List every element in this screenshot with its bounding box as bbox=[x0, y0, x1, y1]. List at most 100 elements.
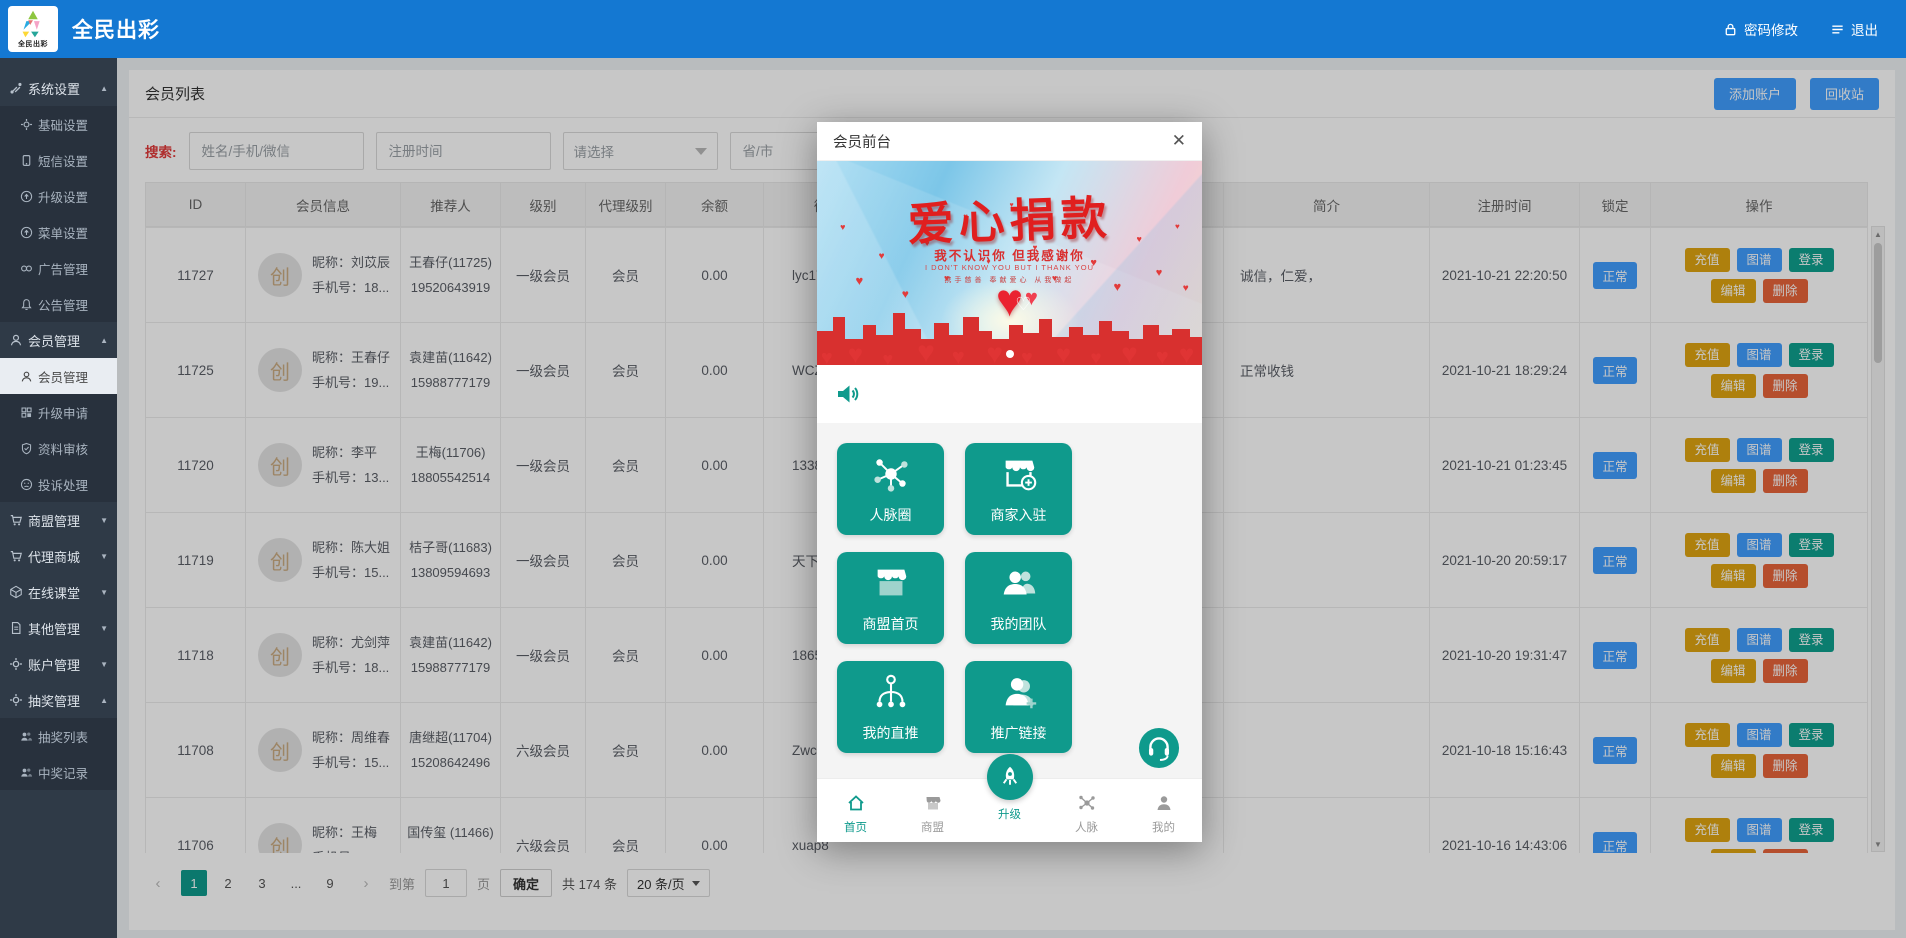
logout-link[interactable]: 退出 bbox=[1830, 19, 1878, 39]
upcircle-icon bbox=[20, 226, 33, 239]
sidebar-group-system-settings[interactable]: 系统设置▲ bbox=[0, 70, 117, 106]
tile-my-team[interactable]: 我的团队 bbox=[965, 552, 1072, 644]
sidebar-group-label: 抽奖管理 bbox=[28, 691, 80, 710]
sidebar-item-announcement-management[interactable]: 公告管理 bbox=[0, 286, 117, 322]
announcement-strip bbox=[817, 365, 1202, 423]
sidebar-item-label: 基础设置 bbox=[38, 115, 88, 134]
person-plus-icon bbox=[998, 671, 1040, 718]
heart-icon: ♥ bbox=[1121, 338, 1138, 365]
sidebar-item-ad-management[interactable]: 广告管理 bbox=[0, 250, 117, 286]
nav-item-network[interactable]: 人脉 bbox=[1048, 793, 1125, 835]
chevron-down-icon: ▼ bbox=[100, 624, 108, 633]
submenu-lottery-management: 抽奖列表中奖记录 bbox=[0, 718, 117, 790]
lock-icon bbox=[1723, 22, 1738, 37]
tile-label: 我的直推 bbox=[863, 723, 919, 743]
app-root: 全民出彩 全民出彩 密码修改 退出 系统设置▲ 基础设置短信设置升级设置菜单设置广… bbox=[0, 0, 1906, 938]
upcircle-icon bbox=[20, 190, 33, 203]
sidebar-group-label: 其他管理 bbox=[28, 619, 80, 638]
rocket-icon bbox=[987, 754, 1033, 800]
chevron-down-icon: ▼ bbox=[100, 552, 108, 561]
tile-label: 人脉圈 bbox=[870, 505, 912, 525]
user-icon bbox=[9, 333, 23, 347]
shield-icon bbox=[20, 442, 33, 455]
tile-network-circle[interactable]: 人脉圈 bbox=[837, 443, 944, 535]
sidebar-group-online-classroom[interactable]: 在线课堂▼ bbox=[0, 574, 117, 610]
bell-icon bbox=[20, 298, 33, 311]
modal-header: 会员前台 ✕ bbox=[817, 122, 1202, 161]
link-icon bbox=[20, 262, 33, 275]
sidebar-item-winning-records[interactable]: 中奖记录 bbox=[0, 754, 117, 790]
frown-icon bbox=[20, 478, 33, 491]
sidebar-group-member-management[interactable]: 会员管理 ▲ bbox=[0, 322, 117, 358]
modal-title: 会员前台 bbox=[833, 131, 891, 152]
customer-service-button[interactable] bbox=[1138, 727, 1180, 769]
sidebar-group-lottery-management[interactable]: 抽奖管理▲ bbox=[0, 682, 117, 718]
tile-label: 商家入驻 bbox=[991, 505, 1047, 525]
nav-label: 商盟 bbox=[921, 819, 944, 835]
nav-item-alliance[interactable]: 商盟 bbox=[894, 793, 971, 835]
sidebar-item-label: 菜单设置 bbox=[38, 223, 88, 242]
sidebar-item-label: 广告管理 bbox=[38, 259, 88, 278]
tile-merchant-join[interactable]: 商家入驻 bbox=[965, 443, 1072, 535]
sidebar-group-alliance-management[interactable]: 商盟管理 ▼ bbox=[0, 502, 117, 538]
network-icon bbox=[1077, 793, 1097, 816]
nav-label: 首页 bbox=[844, 819, 867, 835]
file-icon bbox=[9, 621, 23, 635]
nav-item-home[interactable]: 首页 bbox=[817, 793, 894, 835]
sidebar-item-data-review[interactable]: 资料审核 bbox=[0, 430, 117, 466]
sidebar-item-basic-settings[interactable]: 基础设置 bbox=[0, 106, 117, 142]
sidebar-item-upgrade-apply[interactable]: 升级申请 bbox=[0, 394, 117, 430]
close-icon[interactable]: ✕ bbox=[1172, 131, 1186, 151]
sidebar-item-menu-settings[interactable]: 菜单设置 bbox=[0, 214, 117, 250]
nav-item-mine[interactable]: 我的 bbox=[1125, 793, 1202, 835]
heart-icon: ♥ bbox=[1056, 339, 1071, 365]
sidebar-group-label: 会员管理 bbox=[28, 331, 80, 350]
bottom-nav: 首页 商盟 升级人脉 我的 bbox=[817, 778, 1202, 842]
gear-icon bbox=[20, 118, 33, 131]
tile-alliance-home[interactable]: 商盟首页 bbox=[837, 552, 944, 644]
sidebar-item-sms-settings[interactable]: 短信设置 bbox=[0, 142, 117, 178]
skyline-building bbox=[934, 323, 949, 365]
sidebar-item-upgrade-settings[interactable]: 升级设置 bbox=[0, 178, 117, 214]
submenu-member-management: 会员管理升级申请资料审核投诉处理 bbox=[0, 358, 117, 502]
sidebar-group-account-management[interactable]: 账户管理▼ bbox=[0, 646, 117, 682]
banner-subtitle: 我不认识你 但我感谢你 bbox=[817, 245, 1202, 264]
sidebar-group-agent-mall[interactable]: 代理商城▼ bbox=[0, 538, 117, 574]
nav-item-upgrade[interactable]: 升级 bbox=[971, 770, 1048, 835]
member-frontend-modal: 会员前台 ✕ 爱心捐款 我不认识你 但我感谢你 I DON'T KNOW YOU… bbox=[817, 122, 1202, 842]
store-plus-icon bbox=[998, 453, 1040, 500]
people-icon bbox=[20, 730, 33, 743]
password-change-label: 密码修改 bbox=[1744, 19, 1798, 39]
chevron-up-icon: ▲ bbox=[100, 336, 108, 345]
carousel-dot bbox=[1006, 350, 1014, 358]
tile-label: 我的团队 bbox=[991, 614, 1047, 634]
grid-icon bbox=[20, 406, 33, 419]
people-icon bbox=[20, 766, 33, 779]
nav-label: 我的 bbox=[1152, 819, 1175, 835]
chevron-down-icon: ▼ bbox=[100, 516, 108, 525]
gear-icon bbox=[9, 657, 23, 671]
charity-banner-carousel[interactable]: 爱心捐款 我不认识你 但我感谢你 I DON'T KNOW YOU BUT I … bbox=[817, 161, 1202, 365]
heart-icon: ♥ bbox=[1179, 339, 1194, 365]
password-change-link[interactable]: 密码修改 bbox=[1723, 19, 1798, 39]
sidebar-item-label: 会员管理 bbox=[38, 367, 88, 386]
logout-label: 退出 bbox=[1851, 19, 1878, 39]
nav-label: 人脉 bbox=[1075, 819, 1098, 835]
sidebar-group-other-management[interactable]: 其他管理 ▼ bbox=[0, 610, 117, 646]
tile-my-direct-push[interactable]: 我的直推 bbox=[837, 661, 944, 753]
sidebar-group-label: 商盟管理 bbox=[28, 511, 80, 530]
tile-label: 推广链接 bbox=[991, 723, 1047, 743]
user-icon bbox=[1154, 793, 1174, 816]
heart-icon: ♥ bbox=[882, 349, 893, 365]
sidebar-item-member-management[interactable]: 会员管理 bbox=[0, 358, 117, 394]
sidebar-item-complaint-handling[interactable]: 投诉处理 bbox=[0, 466, 117, 502]
skyline-building bbox=[1039, 319, 1052, 365]
top-bar: 全民出彩 全民出彩 密码修改 退出 bbox=[0, 0, 1906, 58]
heart-icon: ♥ bbox=[952, 344, 965, 365]
tile-promo-link[interactable]: 推广链接 bbox=[965, 661, 1072, 753]
sidebar-item-lottery-list[interactable]: 抽奖列表 bbox=[0, 718, 117, 754]
nav-label: 升级 bbox=[998, 806, 1021, 822]
tree-icon bbox=[870, 671, 912, 718]
chevron-down-icon: ▼ bbox=[100, 660, 108, 669]
chevron-up-icon: ▲ bbox=[100, 84, 108, 93]
